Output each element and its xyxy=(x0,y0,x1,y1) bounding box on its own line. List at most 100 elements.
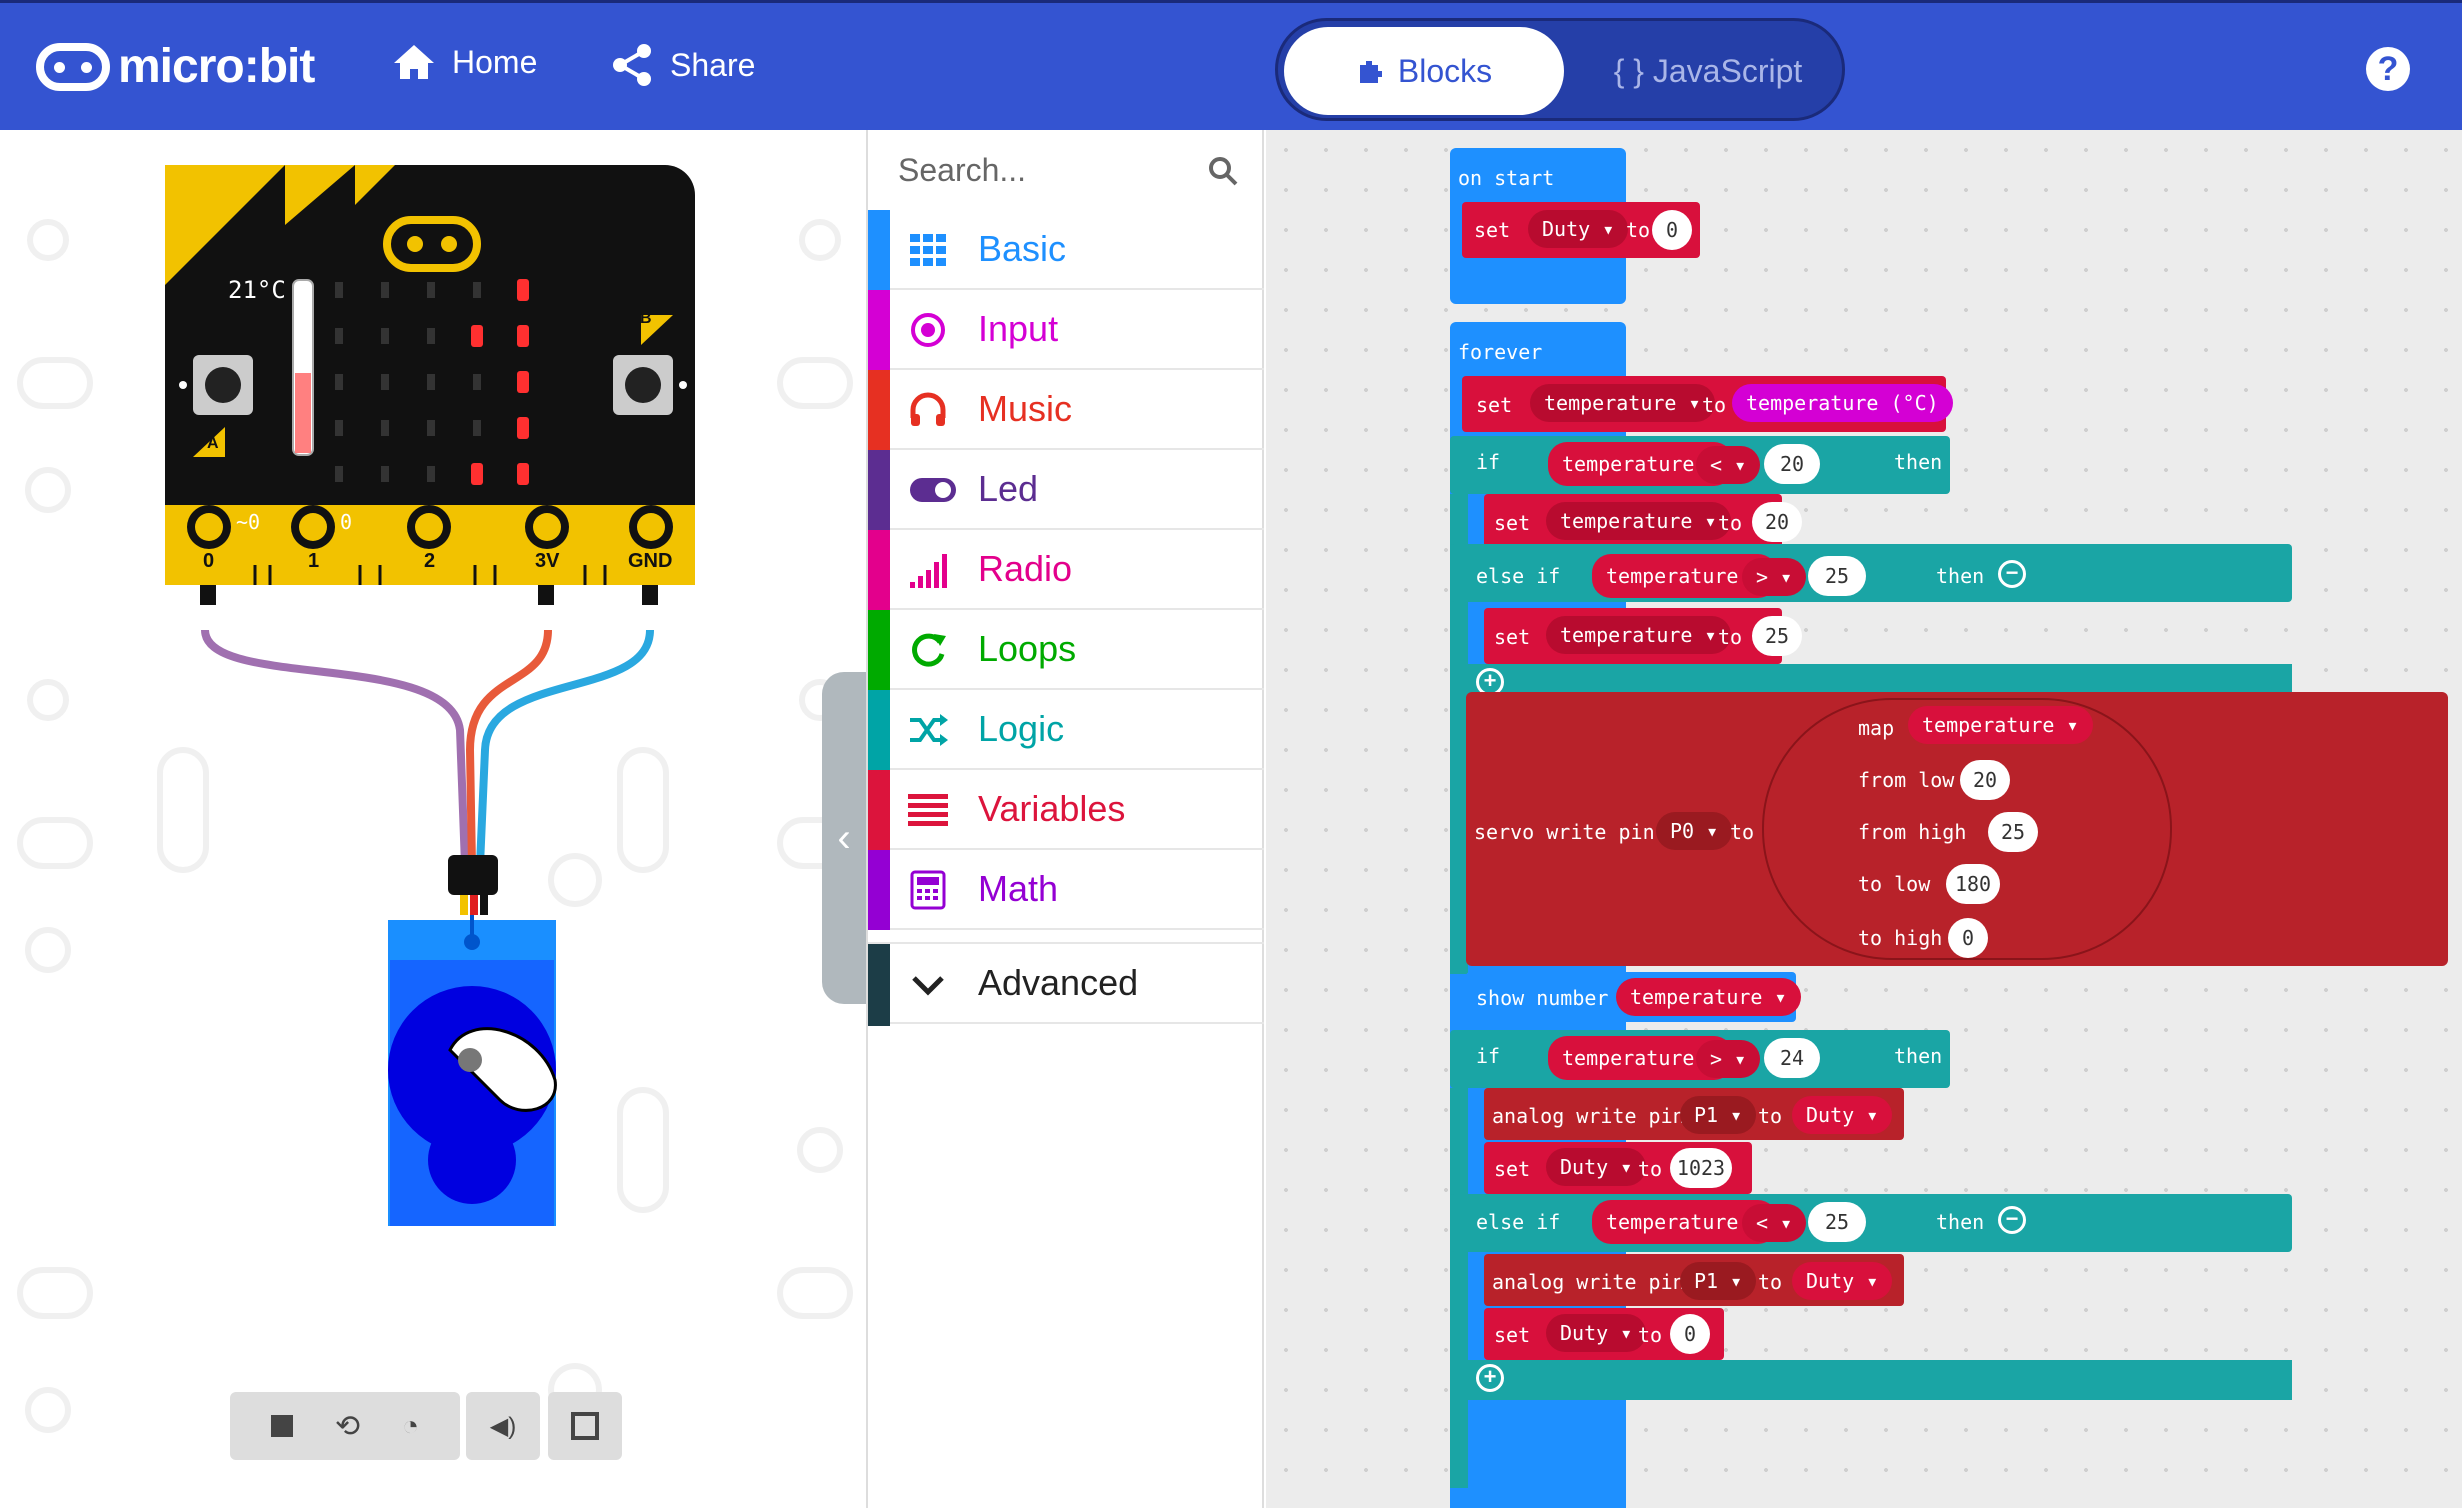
temperature-sensor-block[interactable]: temperature (°C) xyxy=(1732,384,1953,422)
operator-dropdown[interactable]: > ▾ xyxy=(1696,1040,1761,1078)
duty-text: Duty ▾ xyxy=(1560,1155,1633,1179)
set-label: set xyxy=(1494,1157,1531,1181)
home-button[interactable]: Home xyxy=(392,43,537,81)
category-math[interactable]: Math xyxy=(868,850,1264,930)
fullscreen-button[interactable] xyxy=(548,1392,622,1460)
duty-dropdown[interactable]: Duty ▾ xyxy=(1546,1314,1647,1352)
category-color-bar xyxy=(868,944,890,1026)
temperature-dropdown[interactable]: temperature ▾ xyxy=(1908,706,2093,744)
help-button[interactable]: ? xyxy=(2366,47,2410,91)
then-label: then xyxy=(1936,564,1985,588)
share-button[interactable]: Share xyxy=(610,43,755,87)
set-label: set xyxy=(1494,511,1531,535)
else-if-header[interactable] xyxy=(1450,544,2292,602)
add-else-if-icon[interactable]: + xyxy=(1476,1364,1504,1392)
category-logic[interactable]: Logic xyxy=(868,690,1264,770)
duty-dropdown[interactable]: Duty ▾ xyxy=(1792,1096,1893,1134)
pin-dropdown[interactable]: P1 ▾ xyxy=(1680,1262,1757,1300)
number-field[interactable]: 0 xyxy=(1948,918,1988,958)
number-text: 0 xyxy=(1683,1322,1697,1346)
category-advanced[interactable]: Advanced xyxy=(868,942,1264,1026)
number-field[interactable]: 24 xyxy=(1764,1038,1820,1078)
temperature-dropdown[interactable]: temperature ▾ xyxy=(1530,384,1715,422)
stop-icon[interactable] xyxy=(270,1415,293,1437)
number-text: 1023 xyxy=(1676,1156,1726,1180)
to-label: to xyxy=(1758,1270,1783,1294)
set-label: set xyxy=(1474,218,1511,242)
to-label: to xyxy=(1758,1104,1783,1128)
set-label: set xyxy=(1494,625,1531,649)
fullscreen-icon xyxy=(571,1412,599,1440)
duty-dropdown[interactable]: Duty ▾ xyxy=(1528,210,1629,248)
blocks-tab[interactable]: Blocks xyxy=(1284,27,1564,115)
to-label: to xyxy=(1638,1323,1663,1347)
number-field[interactable]: 25 xyxy=(1988,812,2038,852)
category-music[interactable]: Music xyxy=(868,370,1264,450)
duty-dropdown[interactable]: Duty ▾ xyxy=(1792,1262,1893,1300)
operator-text: > ▾ xyxy=(1756,565,1793,589)
top-bar: micro:bit Home Share Blocks { } JavaScri… xyxy=(0,0,2462,130)
search-input[interactable]: Search... xyxy=(868,130,1264,210)
duty-text: Duty ▾ xyxy=(1542,217,1615,241)
category-color-bar xyxy=(868,850,890,930)
mute-button[interactable]: ◀) xyxy=(466,1392,540,1460)
else-if-label: else if xyxy=(1476,1210,1561,1234)
number-field[interactable]: 0 xyxy=(1670,1314,1710,1354)
duty-text: Duty ▾ xyxy=(1806,1269,1879,1293)
number-field[interactable]: 20 xyxy=(1764,444,1820,484)
category-led[interactable]: Led xyxy=(868,450,1264,530)
pin-dropdown[interactable]: P0 ▾ xyxy=(1656,812,1733,850)
number-field[interactable]: 20 xyxy=(1752,502,1802,542)
category-radio[interactable]: Radio xyxy=(868,530,1264,610)
blocks-workspace[interactable]: on start set Duty ▾ to 0 forever set tem… xyxy=(1266,130,2462,1508)
slow-mode-icon[interactable]: ◔ xyxy=(402,1410,419,1442)
operator-dropdown[interactable]: < ▾ xyxy=(1742,1204,1807,1242)
duty-dropdown[interactable]: Duty ▾ xyxy=(1546,1148,1647,1186)
microbit-board[interactable] xyxy=(165,165,705,605)
if-label: if xyxy=(1476,450,1501,474)
temperature-dropdown[interactable]: temperature ▾ xyxy=(1546,502,1731,540)
collapse-simulator-button[interactable]: ‹ xyxy=(822,672,866,1004)
category-variables[interactable]: Variables xyxy=(868,770,1264,850)
category-color-bar xyxy=(868,770,890,850)
number-field[interactable]: 1023 xyxy=(1670,1148,1732,1188)
button-b-label: B xyxy=(640,310,652,327)
category-label: Music xyxy=(978,388,1073,429)
variable-text: temperature ▾ xyxy=(1606,1210,1763,1234)
microbit-logo[interactable]: micro:bit xyxy=(36,39,315,94)
if-spine xyxy=(1450,1088,1468,1488)
pin-dropdown[interactable]: P1 ▾ xyxy=(1680,1096,1757,1134)
map-label: map xyxy=(1858,716,1895,740)
number-field[interactable]: 0 xyxy=(1652,210,1692,250)
number-text: 20 xyxy=(1972,768,1998,792)
remove-else-if-icon[interactable]: − xyxy=(1998,560,2026,588)
category-label: Math xyxy=(978,868,1059,909)
javascript-tab[interactable]: { } JavaScript xyxy=(1578,27,1838,115)
shuffle-icon xyxy=(910,714,948,746)
home-label: Home xyxy=(452,43,538,80)
category-loops[interactable]: Loops xyxy=(868,610,1264,690)
remove-else-if-icon[interactable]: − xyxy=(1998,1206,2026,1234)
temperature-dropdown[interactable]: temperature ▾ xyxy=(1546,616,1731,654)
number-text: 24 xyxy=(1779,1046,1805,1070)
operator-text: < ▾ xyxy=(1756,1211,1793,1235)
servo-label: servo write pin xyxy=(1474,820,1655,844)
category-basic[interactable]: Basic xyxy=(868,210,1264,290)
operator-dropdown[interactable]: > ▾ xyxy=(1742,558,1807,596)
forever-label: forever xyxy=(1458,340,1543,364)
operator-dropdown[interactable]: < ▾ xyxy=(1696,446,1761,484)
analog-write-label: analog write pin xyxy=(1492,1270,1685,1294)
number-field[interactable]: 180 xyxy=(1946,864,2000,904)
category-input[interactable]: Input xyxy=(868,290,1264,370)
to-label: to xyxy=(1702,393,1727,417)
restart-icon[interactable]: ⟲ xyxy=(335,1409,360,1444)
number-field[interactable]: 25 xyxy=(1808,1202,1866,1242)
number-field[interactable]: 25 xyxy=(1752,616,1802,656)
number-field[interactable]: 25 xyxy=(1808,556,1866,596)
list-lines-icon xyxy=(908,794,948,826)
set-label: set xyxy=(1476,393,1513,417)
else-if-header[interactable] xyxy=(1450,1194,2292,1252)
temperature-dropdown[interactable]: temperature ▾ xyxy=(1616,978,1801,1016)
duty-text: Duty ▾ xyxy=(1806,1103,1879,1127)
number-field[interactable]: 20 xyxy=(1960,760,2010,800)
